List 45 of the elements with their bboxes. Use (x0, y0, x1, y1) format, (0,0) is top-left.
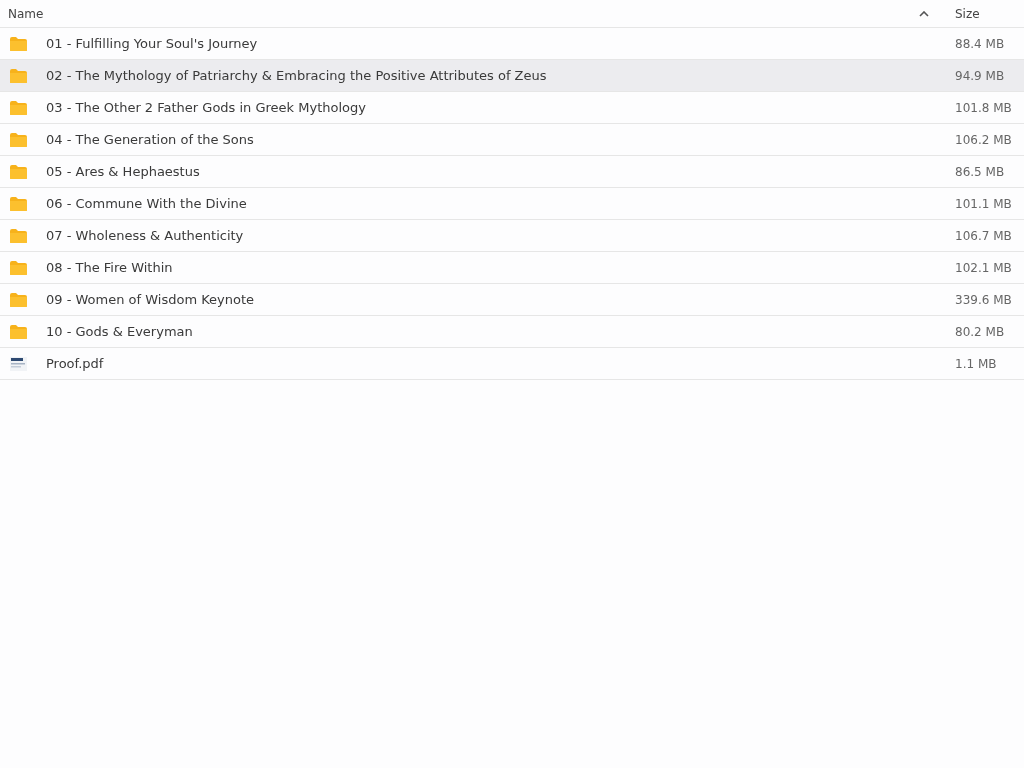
size-column-header[interactable]: Size (955, 6, 1024, 21)
file-size: 106.2 MB (955, 132, 1013, 147)
folder-icon (9, 195, 28, 212)
file-row[interactable]: 09 - Women of Wisdom Keynote 339.6 MB (0, 284, 1024, 316)
file-size: 102.1 MB (955, 260, 1013, 275)
file-row[interactable]: 04 - The Generation of the Sons 106.2 MB (0, 124, 1024, 156)
file-row[interactable]: 08 - The Fire Within 102.1 MB (0, 252, 1024, 284)
file-row[interactable]: 02 - The Mythology of Patriarchy & Embracing the Positive Attributes of Zeus 94.9 MB (0, 60, 1024, 92)
file-row[interactable]: 03 - The Other 2 Father Gods in Greek Mythology 101.8 MB (0, 92, 1024, 124)
folder-icon (9, 131, 28, 148)
file-name: 09 - Women of Wisdom Keynote (46, 292, 256, 307)
file-size: 80.2 MB (955, 324, 1006, 339)
file-name: Proof.pdf (46, 356, 105, 371)
file-name: 03 - The Other 2 Father Gods in Greek Mythology (46, 100, 367, 115)
file-size: 101.8 MB (955, 100, 1013, 115)
file-name: 10 - Gods & Everyman (46, 324, 194, 339)
file-name: 01 - Fulfilling Your Soul's Journey (46, 36, 259, 51)
file-name: 08 - The Fire Within (46, 260, 174, 275)
file-name: 05 - Ares & Hephaestus (46, 164, 201, 179)
file-name: 06 - Commune With the Divine (46, 196, 248, 211)
file-row[interactable]: Proof.pdf 1.1 MB (0, 348, 1024, 380)
name-column-header[interactable]: Name (8, 6, 919, 21)
folder-icon (9, 323, 28, 340)
file-size: 1.1 MB (955, 356, 998, 371)
file-size: 88.4 MB (955, 36, 1006, 51)
folder-icon (9, 163, 28, 180)
file-size: 94.9 MB (955, 68, 1006, 83)
file-size: 339.6 MB (955, 292, 1013, 307)
folder-icon (9, 259, 28, 276)
folder-icon (9, 291, 28, 308)
folder-icon (9, 35, 28, 52)
file-name: 02 - The Mythology of Patriarchy & Embracing the Positive Attributes of Zeus (46, 68, 548, 83)
file-name: 07 - Wholeness & Authenticity (46, 228, 245, 243)
file-size: 101.1 MB (955, 196, 1013, 211)
file-name: 04 - The Generation of the Sons (46, 132, 255, 147)
file-row[interactable]: 05 - Ares & Hephaestus 86.5 MB (0, 156, 1024, 188)
document-thumbnail-icon (9, 355, 28, 372)
file-size: 106.7 MB (955, 228, 1013, 243)
file-size: 86.5 MB (955, 164, 1006, 179)
folder-icon (9, 227, 28, 244)
folder-icon (9, 99, 28, 116)
file-row[interactable]: 10 - Gods & Everyman 80.2 MB (0, 316, 1024, 348)
file-row[interactable]: 06 - Commune With the Divine 101.1 MB (0, 188, 1024, 220)
file-row[interactable]: 07 - Wholeness & Authenticity 106.7 MB (0, 220, 1024, 252)
folder-icon (9, 67, 28, 84)
